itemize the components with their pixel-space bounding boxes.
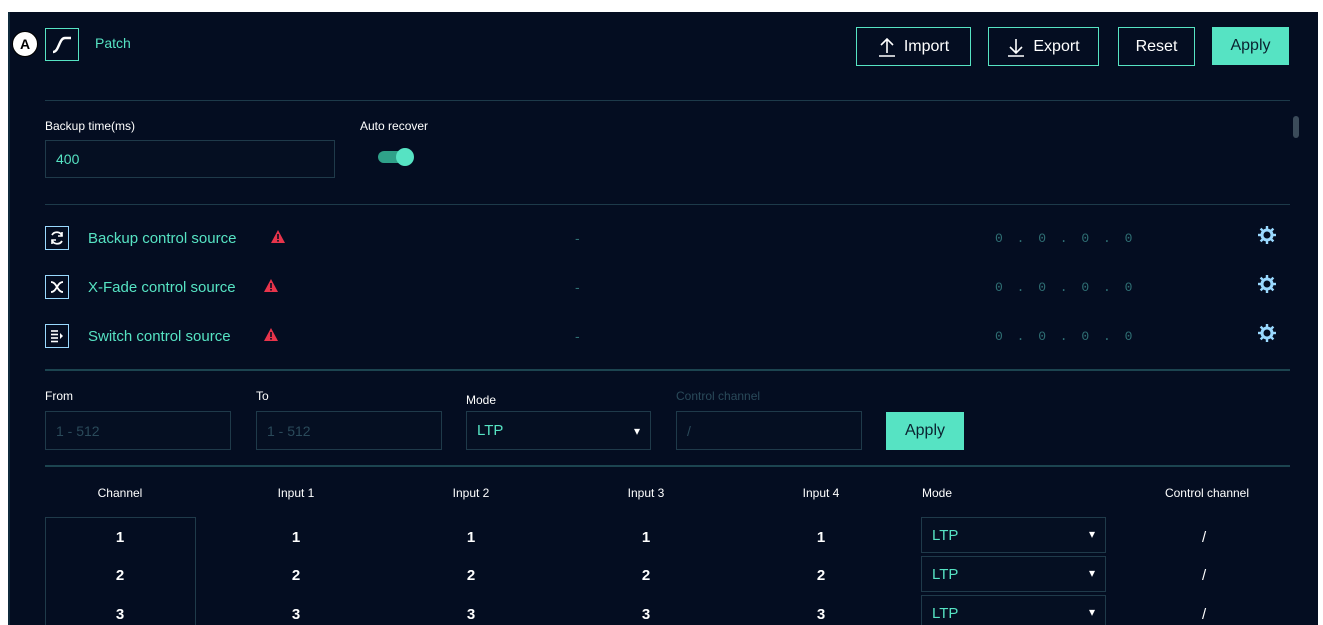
divider [45, 100, 1290, 101]
annotation-badge: A [12, 31, 38, 57]
control-source-row-switch: Switch control source - 0 . 0 . 0 . 0 [45, 324, 1290, 352]
switch-icon [45, 324, 69, 348]
control-source-value: - [575, 230, 580, 246]
warning-icon [264, 328, 278, 341]
cell-input-2: 2 [466, 567, 476, 584]
import-button[interactable]: Import [856, 27, 971, 66]
dropdown-caret-icon: ▾ [1088, 605, 1095, 619]
cell-control-channel: / [1202, 606, 1207, 623]
cell-input-1: 2 [291, 567, 301, 584]
control-source-ip: 0 . 0 . 0 . 0 [995, 231, 1136, 246]
control-channel-input[interactable]: / [676, 411, 862, 450]
mode-select[interactable]: LTP ▾ [466, 411, 651, 450]
row-mode-select[interactable]: LTP ▾ [921, 595, 1106, 625]
toggle-knob [396, 148, 414, 166]
cell-channel: 3 [115, 606, 125, 623]
cell-channel: 2 [115, 567, 125, 584]
cell-input-3: 1 [641, 529, 651, 546]
settings-gear-icon[interactable] [1258, 275, 1276, 293]
control-source-value: - [575, 279, 580, 295]
cell-input-1: 3 [291, 606, 301, 623]
column-header-input-1: Input 1 [277, 486, 315, 500]
from-placeholder: 1 - 512 [56, 422, 100, 439]
cell-input-2: 1 [466, 529, 476, 546]
mode-label: Mode [466, 393, 497, 407]
divider [45, 369, 1290, 371]
backup-time-value: 400 [56, 151, 80, 167]
apply-button[interactable]: Apply [1212, 27, 1289, 65]
control-source-value: - [575, 328, 580, 344]
to-label: To [256, 389, 269, 403]
control-source-row-xfade: X-Fade control source - 0 . 0 . 0 . 0 [45, 275, 1290, 303]
settings-gear-icon[interactable] [1258, 324, 1276, 342]
control-source-row-backup: Backup control source - 0 . 0 . 0 . 0 [45, 226, 1290, 254]
column-header-mode: Mode [922, 486, 953, 500]
column-header-input-3: Input 3 [627, 486, 665, 500]
control-channel-placeholder: / [687, 422, 691, 439]
cell-control-channel: / [1202, 567, 1207, 584]
column-header-channel: Channel [97, 486, 143, 500]
dropdown-caret-icon: ▾ [1088, 527, 1095, 541]
control-source-label: Backup control source [88, 230, 237, 247]
cell-input-1: 1 [291, 529, 301, 546]
cell-channel: 1 [115, 529, 125, 546]
patch-icon [45, 28, 79, 61]
auto-recover-toggle[interactable] [378, 148, 416, 166]
patch-window: Patch Import Export Reset Apply Backup t… [8, 12, 1318, 625]
apply-label: Apply [1230, 37, 1271, 54]
divider [45, 465, 1290, 467]
x-fade-icon [45, 275, 69, 299]
cell-input-4: 2 [816, 567, 826, 584]
page-title: Patch [95, 35, 131, 51]
row-mode-value: LTP [932, 565, 959, 583]
range-apply-label: Apply [904, 422, 946, 439]
row-mode-select[interactable]: LTP ▾ [921, 517, 1106, 553]
mode-select-value: LTP [477, 422, 504, 439]
row-mode-value: LTP [932, 526, 959, 544]
warning-icon [271, 230, 285, 243]
cell-input-4: 3 [816, 606, 826, 623]
settings-gear-icon[interactable] [1258, 226, 1276, 244]
cell-input-2: 3 [466, 606, 476, 623]
backup-time-input[interactable]: 400 [45, 140, 335, 178]
row-mode-value: LTP [932, 604, 959, 622]
dropdown-caret-icon: ▾ [1088, 566, 1095, 580]
control-channel-label: Control channel [676, 389, 761, 403]
row-mode-select[interactable]: LTP ▾ [921, 556, 1106, 592]
cell-input-3: 2 [641, 567, 651, 584]
refresh-icon [45, 226, 69, 250]
reset-label: Reset [1135, 37, 1178, 55]
cell-input-4: 1 [816, 529, 826, 546]
dropdown-caret-icon: ▾ [633, 424, 640, 438]
column-header-input-4: Input 4 [802, 486, 840, 500]
warning-icon [264, 279, 278, 292]
cell-input-3: 3 [641, 606, 651, 623]
import-label: Import [903, 37, 950, 55]
from-input[interactable]: 1 - 512 [45, 411, 231, 450]
reset-button[interactable]: Reset [1118, 27, 1195, 66]
control-source-label: X-Fade control source [88, 279, 236, 296]
control-source-ip: 0 . 0 . 0 . 0 [995, 280, 1136, 295]
upload-icon [878, 37, 895, 57]
divider [45, 204, 1290, 205]
download-icon [1008, 38, 1025, 57]
cell-control-channel: / [1202, 529, 1207, 546]
backup-time-label: Backup time(ms) [45, 119, 136, 133]
column-header-control-channel: Control channel [1164, 486, 1250, 500]
export-button[interactable]: Export [988, 27, 1099, 66]
export-label: Export [1033, 37, 1080, 55]
control-source-label: Switch control source [88, 328, 231, 345]
from-label: From [45, 389, 73, 403]
control-source-ip: 0 . 0 . 0 . 0 [995, 329, 1136, 344]
to-input[interactable]: 1 - 512 [256, 411, 442, 450]
column-header-input-2: Input 2 [452, 486, 490, 500]
range-apply-button[interactable]: Apply [886, 412, 964, 450]
auto-recover-label: Auto recover [360, 119, 429, 133]
to-placeholder: 1 - 512 [267, 422, 311, 439]
scrollbar[interactable] [1293, 116, 1299, 138]
